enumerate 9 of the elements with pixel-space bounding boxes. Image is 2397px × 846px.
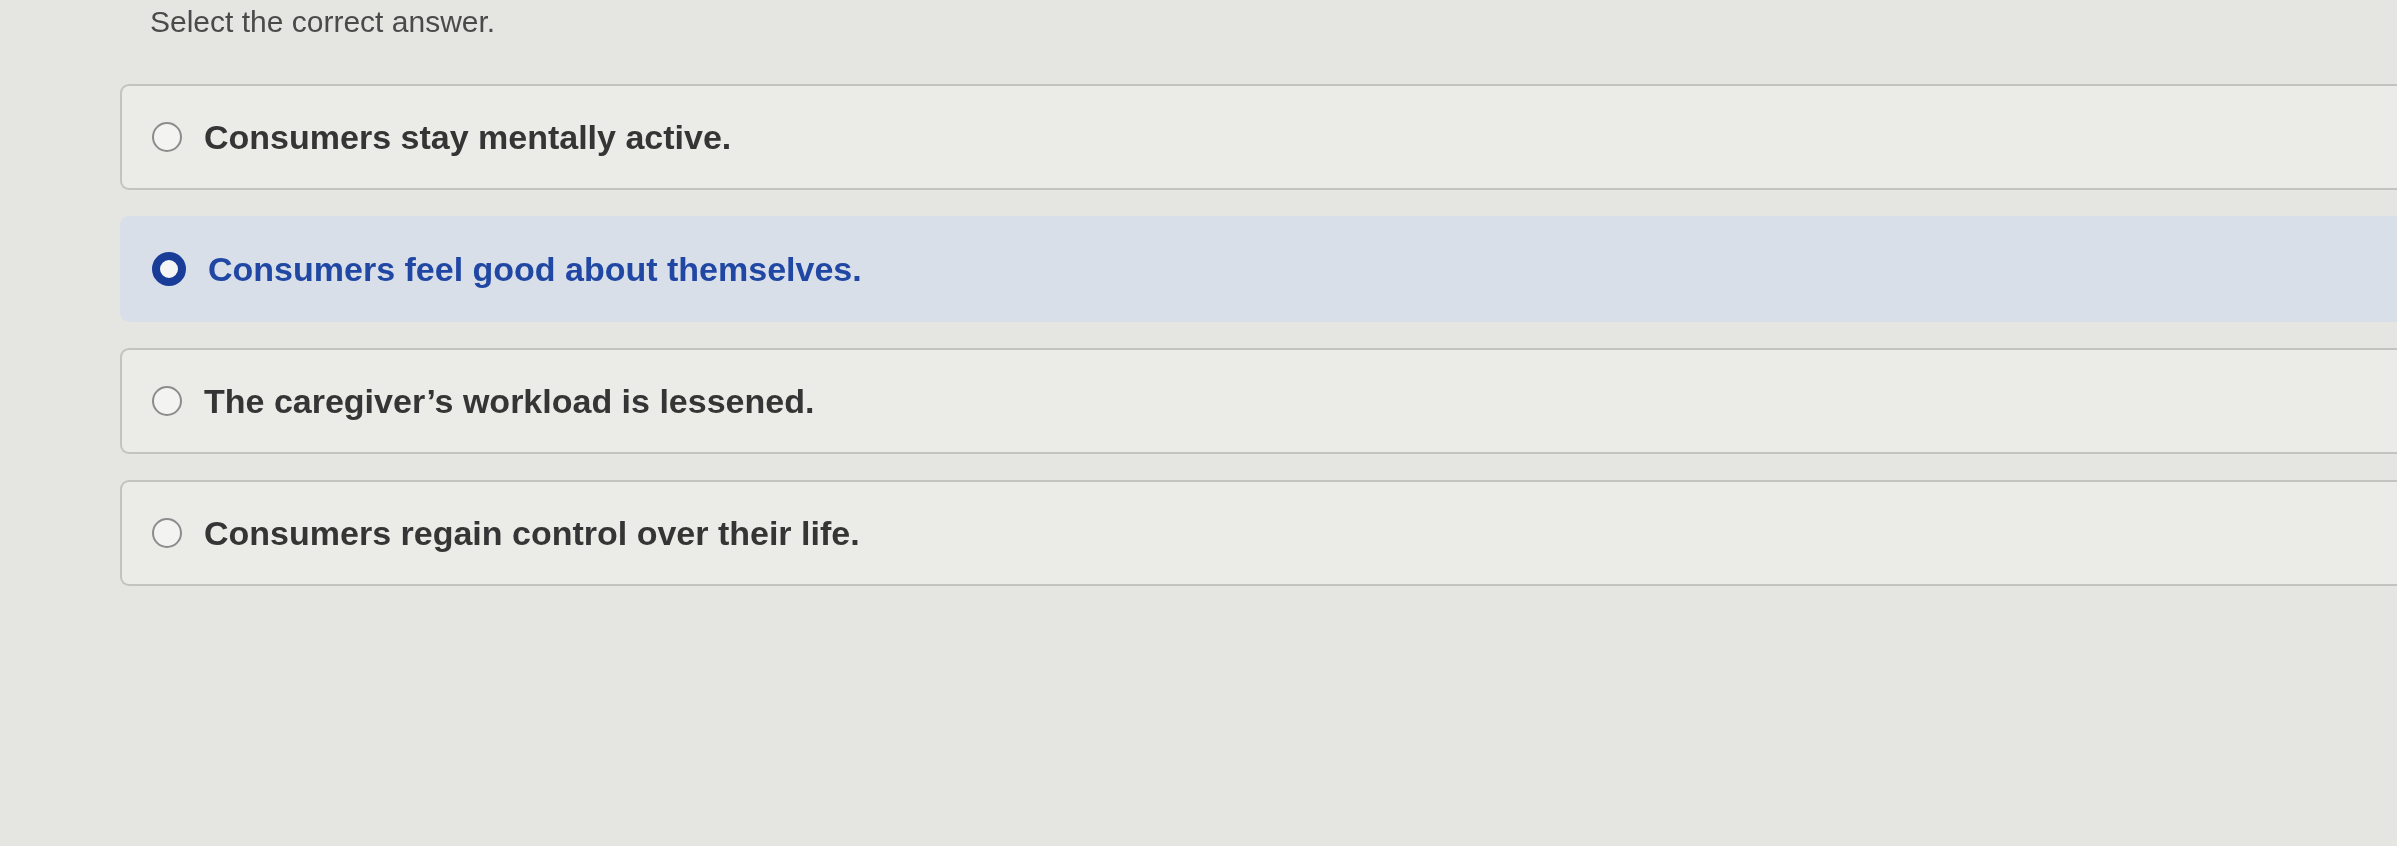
radio-button[interactable] <box>152 252 186 286</box>
instruction-text: Select the correct answer. <box>150 4 496 40</box>
answer-option[interactable]: Consumers feel good about themselves. <box>120 216 2397 322</box>
answer-option[interactable]: Consumers stay mentally active. <box>120 84 2397 190</box>
answer-option[interactable]: Consumers regain control over their life. <box>120 480 2397 586</box>
radio-button[interactable] <box>152 518 182 548</box>
radio-button[interactable] <box>152 386 182 416</box>
radio-button[interactable] <box>152 122 182 152</box>
answer-option[interactable]: The caregiver’s workload is lessened. <box>120 348 2397 454</box>
